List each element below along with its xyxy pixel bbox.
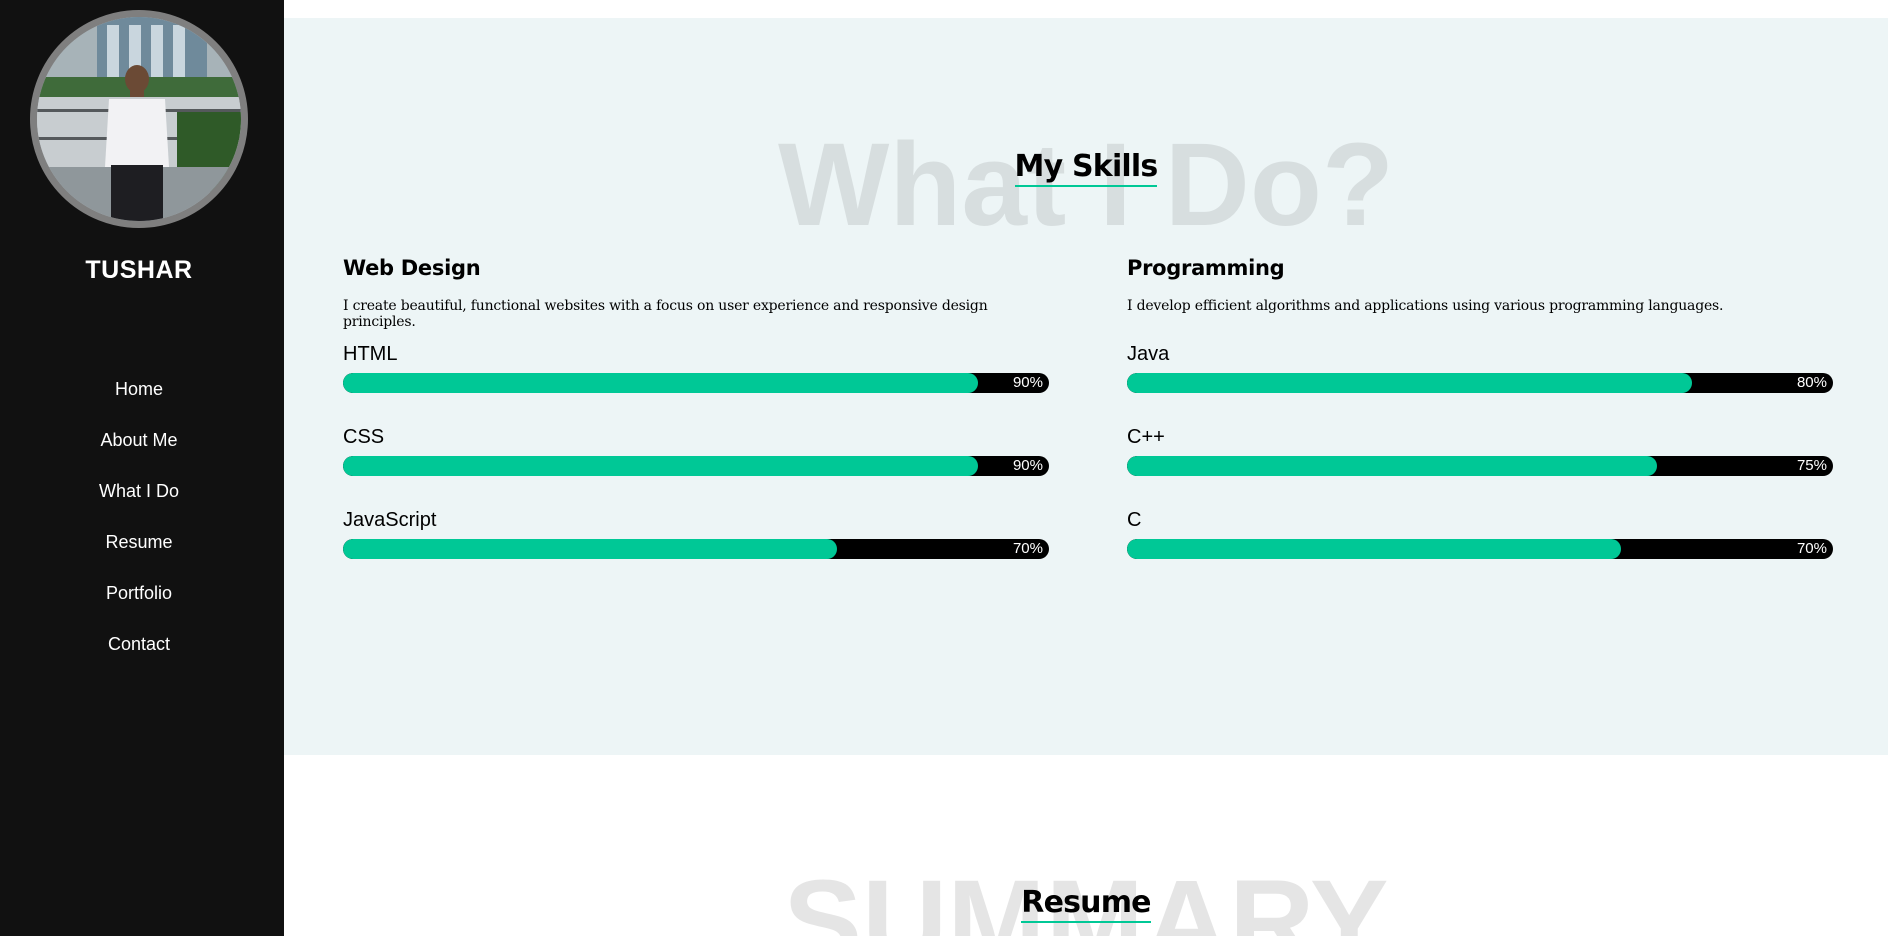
skill-progress-fill [343, 373, 979, 393]
section-title: Resume [284, 885, 1888, 923]
section-title-text: Resume [1021, 885, 1152, 923]
column-heading: Programming [1127, 256, 1285, 280]
section-title-text: My Skills [1014, 149, 1158, 187]
skill-column-web-design: Web Design I create beautiful, functiona… [343, 254, 1049, 579]
skill-percent-label: 75% [1796, 457, 1827, 474]
sidebar: TUSHAR Home About Me What I Do Resume Po… [0, 0, 284, 936]
column-heading: Web Design [343, 256, 481, 280]
nav-item-home[interactable]: Home [0, 372, 278, 423]
skill-name: C++ [1127, 426, 1165, 448]
skill-item: JavaScript 70% [343, 506, 1049, 589]
avatar [30, 10, 248, 228]
skill-progress-fill [343, 456, 979, 476]
skill-item: CSS 90% [343, 423, 1049, 506]
skill-item: HTML 90% [343, 340, 1049, 423]
skill-percent-label: 70% [1012, 540, 1043, 557]
skill-progress-bar: 90% [343, 456, 1049, 476]
nav-item-portfolio[interactable]: Portfolio [0, 576, 278, 627]
section-title: My Skills [284, 149, 1888, 187]
nav-item-contact[interactable]: Contact [0, 627, 278, 678]
skill-name: JavaScript [343, 509, 437, 531]
profile-photo [37, 17, 241, 221]
skill-percent-label: 80% [1796, 374, 1827, 391]
skills-section: What I Do? My Skills Web Design I create… [284, 18, 1888, 755]
skill-name: Java [1127, 343, 1170, 365]
skill-item: C 70% [1127, 506, 1833, 589]
skill-item: Java 80% [1127, 340, 1833, 423]
skill-column-programming: Programming I develop efficient algorith… [1127, 254, 1833, 579]
site-owner-name: TUSHAR [85, 256, 193, 284]
skill-name: C [1127, 509, 1142, 531]
resume-section: SUMMARY Resume [284, 755, 1888, 936]
sidebar-nav: Home About Me What I Do Resume Portfolio… [0, 372, 278, 678]
skill-progress-bar: 75% [1127, 456, 1833, 476]
skill-progress-fill [1127, 373, 1692, 393]
skill-name: CSS [343, 426, 385, 448]
nav-item-resume[interactable]: Resume [0, 525, 278, 576]
skill-progress-fill [1127, 456, 1657, 476]
skill-progress-bar: 90% [343, 373, 1049, 393]
column-description: I develop efficient algorithms and appli… [1127, 298, 1724, 314]
skill-percent-label: 90% [1012, 374, 1043, 391]
skill-name: HTML [343, 343, 398, 365]
skill-progress-bar: 70% [343, 539, 1049, 559]
column-description: I create beautiful, functional websites … [343, 298, 988, 330]
skill-progress-fill [1127, 539, 1622, 559]
nav-item-what-i-do[interactable]: What I Do [0, 474, 278, 525]
skill-progress-fill [343, 539, 838, 559]
skill-percent-label: 90% [1012, 457, 1043, 474]
nav-item-about-me[interactable]: About Me [0, 423, 278, 474]
skill-progress-bar: 70% [1127, 539, 1833, 559]
skill-percent-label: 70% [1796, 540, 1827, 557]
skill-progress-bar: 80% [1127, 373, 1833, 393]
skill-item: C++ 75% [1127, 423, 1833, 506]
